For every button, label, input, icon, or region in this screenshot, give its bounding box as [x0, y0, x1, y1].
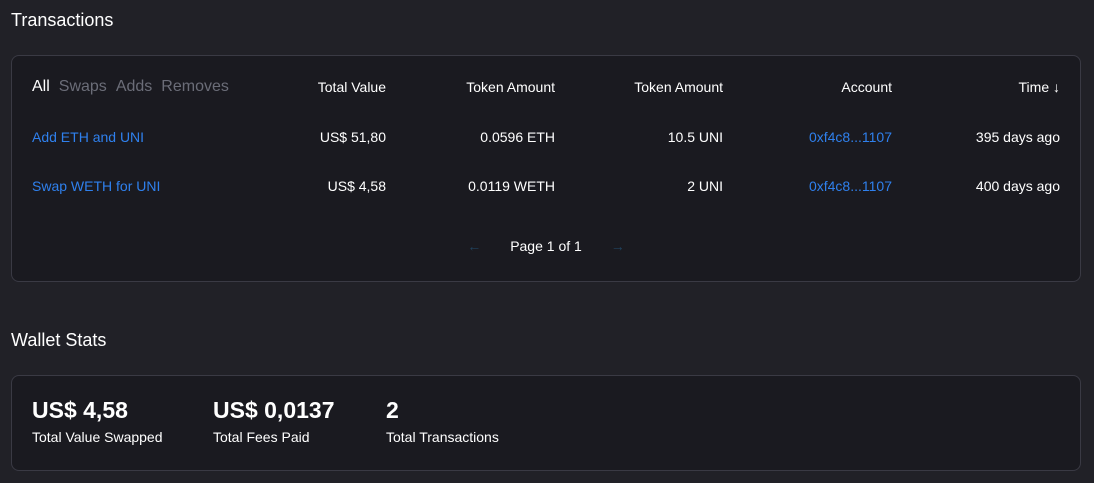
time-cell: 395 days ago: [975, 129, 1060, 145]
stat-label: Total Fees Paid: [213, 429, 310, 445]
total-value-cell: US$ 4,58: [327, 178, 386, 194]
stat-label: Total Value Swapped: [32, 429, 163, 445]
stat-total-fees-paid: US$ 0,0137 Total Fees Paid: [213, 396, 334, 446]
transactions-panel: All Swaps Adds Removes Total Value Token…: [11, 55, 1081, 282]
filter-swaps[interactable]: Swaps: [59, 75, 107, 99]
transaction-link[interactable]: Swap WETH for UNI: [32, 174, 160, 198]
stat-value: 2: [386, 397, 399, 423]
time-cell: 400 days ago: [975, 178, 1060, 194]
token-amount-2-cell: 10.5 UNI: [667, 129, 723, 145]
account-link[interactable]: 0xf4c8...1107: [809, 125, 892, 149]
table-header: All Swaps Adds Removes Total Value Token…: [12, 75, 1080, 99]
filter-tabs: All Swaps Adds Removes: [32, 75, 229, 99]
token-amount-1-cell: 0.0119 WETH: [468, 178, 555, 194]
stat-value: US$ 0,0137: [213, 397, 335, 423]
token-amount-1-cell: 0.0596 ETH: [480, 129, 555, 145]
filter-all[interactable]: All: [32, 75, 50, 99]
transactions-title: Transactions: [11, 10, 114, 30]
stat-value: US$ 4,58: [32, 397, 128, 423]
column-token-amount-2[interactable]: Token Amount: [634, 75, 723, 99]
filter-removes[interactable]: Removes: [161, 75, 229, 99]
stat-total-value-swapped: US$ 4,58 Total Value Swapped: [32, 396, 163, 446]
table-row: Swap WETH for UNI US$ 4,58 0.0119 WETH 2…: [12, 174, 1080, 198]
wallet-stats-panel: US$ 4,58 Total Value Swapped US$ 0,0137 …: [11, 375, 1081, 471]
column-account[interactable]: Account: [841, 75, 892, 99]
account-link[interactable]: 0xf4c8...1107: [809, 174, 892, 198]
arrow-right-icon[interactable]: →: [608, 234, 628, 258]
pagination: ← Page 1 of 1 →: [12, 234, 1080, 258]
table-row: Add ETH and UNI US$ 51,80 0.0596 ETH 10.…: [12, 125, 1080, 149]
arrow-left-icon[interactable]: ←: [464, 234, 484, 258]
column-time[interactable]: Time ↓: [1019, 75, 1060, 99]
column-token-amount-1[interactable]: Token Amount: [466, 75, 555, 99]
transaction-link[interactable]: Add ETH and UNI: [32, 125, 144, 149]
total-value-cell: US$ 51,80: [319, 129, 386, 145]
token-amount-2-cell: 2 UNI: [687, 178, 723, 194]
filter-adds[interactable]: Adds: [116, 75, 152, 99]
stat-total-transactions: 2 Total Transactions: [386, 396, 499, 446]
column-total-value[interactable]: Total Value: [318, 75, 386, 99]
stat-label: Total Transactions: [386, 429, 499, 445]
page-indicator: Page 1 of 1: [510, 238, 582, 254]
wallet-stats-title: Wallet Stats: [11, 330, 107, 350]
